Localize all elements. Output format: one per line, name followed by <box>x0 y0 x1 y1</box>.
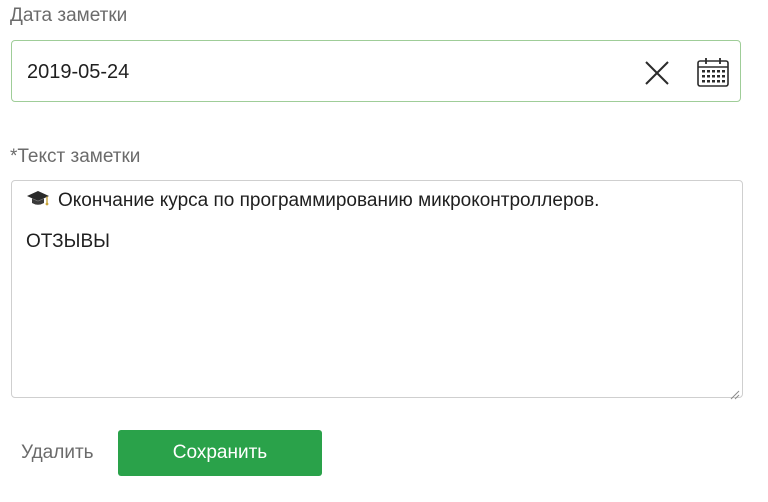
note-line-text: Окончание курса по программированию микр… <box>58 190 600 211</box>
date-label: Дата заметки <box>10 5 128 26</box>
calendar-icon[interactable] <box>696 56 730 88</box>
delete-button[interactable]: Удалить <box>21 441 94 465</box>
save-button[interactable]: Сохранить <box>118 430 322 476</box>
note-textarea[interactable]: Окончание курса по программированию микр… <box>11 180 743 400</box>
note-line: Окончание курса по программированию микр… <box>26 189 728 213</box>
date-value[interactable]: 2019-05-24 <box>27 41 129 103</box>
date-field[interactable]: 2019-05-24 <box>11 40 741 102</box>
graduation-cap-icon <box>26 189 50 209</box>
note-text-label: *Текст заметки <box>10 146 141 167</box>
note-line: ОТЗЫВЫ <box>26 231 110 252</box>
resize-handle-icon[interactable] <box>728 383 740 400</box>
close-icon[interactable] <box>644 60 670 86</box>
